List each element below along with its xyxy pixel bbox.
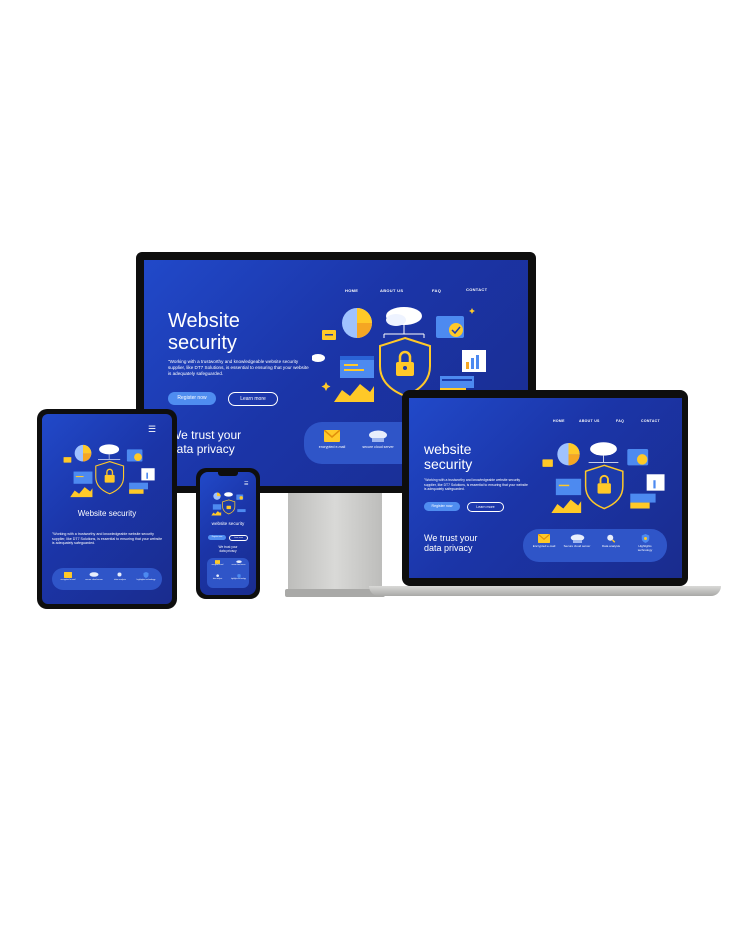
phone-feature-cloud[interactable]: secure cloud server	[230, 560, 247, 567]
desktop-nav-about[interactable]: ABOUT US	[380, 288, 403, 293]
phone-title: website security	[211, 521, 245, 526]
magnifier-icon	[117, 572, 122, 577]
hamburger-icon[interactable]: ☰	[148, 425, 156, 434]
shield-icon	[143, 572, 149, 578]
laptop-feature-tech[interactable]: Highlights technology	[631, 534, 659, 552]
phone-learn-button[interactable]: Learn more	[229, 535, 248, 541]
phone-security-illustration	[211, 492, 246, 516]
desktop-title: Website security	[168, 310, 240, 354]
tablet-screen: ☰ Website security "Working with a trust…	[42, 414, 172, 604]
laptop-nav-contact[interactable]: CONTACT	[641, 419, 660, 423]
tablet-security-illustration	[63, 444, 155, 498]
phone-feature-tech[interactable]: highlights technology	[230, 574, 247, 581]
laptop-nav-home[interactable]: HOME	[553, 419, 565, 423]
phone-feature-data[interactable]: data analysis	[209, 574, 226, 581]
desktop-register-button[interactable]: Register now	[168, 392, 216, 405]
hamburger-icon[interactable]: ☰	[244, 482, 248, 487]
desktop-trust-heading: We trust your data privacy	[170, 428, 242, 456]
laptop-register-button[interactable]: Register now	[424, 502, 460, 511]
desktop-learn-button[interactable]: Learn more	[228, 392, 278, 406]
monitor-stand-neck	[288, 493, 382, 591]
cloud-server-icon	[570, 534, 584, 543]
area-chart-icon	[334, 384, 374, 402]
laptop-feature-email[interactable]: Encrypted e-mail	[530, 534, 558, 549]
envelope-icon	[538, 534, 550, 543]
cloud-server-icon	[89, 572, 99, 577]
phone-notch	[218, 472, 238, 476]
cloud-server-icon	[235, 560, 242, 564]
phone-trust-heading: We trust your data privacy	[218, 545, 238, 553]
folder-check-icon	[436, 316, 464, 338]
envelope-icon	[64, 572, 72, 578]
tablet-title: Website security	[77, 509, 137, 518]
phone-screen: ☰ website security Register now Learn mo…	[200, 472, 256, 595]
desktop-nav-home[interactable]: HOME	[345, 288, 358, 293]
tablet-feature-data[interactable]: data analysis	[110, 572, 130, 581]
phone-register-button[interactable]: Register now	[208, 535, 226, 540]
laptop-title: website security	[424, 441, 473, 472]
magnifier-icon	[607, 534, 616, 543]
browser-window-icon	[340, 356, 374, 378]
message-icon	[322, 330, 336, 340]
laptop-base	[369, 586, 721, 596]
desktop-feature-email[interactable]: encrypted e-mail	[316, 430, 348, 450]
desktop-nav-faq[interactable]: FAQ	[432, 288, 441, 293]
shield-icon	[641, 534, 649, 543]
tablet-feature-email[interactable]: encrypted e-mail	[58, 572, 78, 581]
phone-feature-email[interactable]: encrypted e-mail	[209, 560, 226, 567]
laptop-nav-about[interactable]: ABOUT US	[579, 419, 600, 423]
tablet-feature-tech[interactable]: highlights technology	[136, 572, 156, 581]
desktop-description: "Working with a trustworthy and knowledg…	[168, 359, 309, 376]
shield-lock-icon	[379, 336, 431, 398]
pie-chart-icon	[342, 308, 372, 338]
bar-chart-icon	[462, 350, 486, 372]
laptop-trust-heading: We trust your data privacy	[424, 533, 478, 553]
desktop-feature-cloud[interactable]: secure cloud server	[362, 430, 394, 450]
tablet-description: "Working with a trustworthy and knowledg…	[52, 532, 163, 546]
laptop-feature-cloud[interactable]: Secure cloud server	[563, 534, 591, 549]
laptop-security-illustration	[542, 442, 665, 513]
cloud-server-icon	[369, 430, 387, 442]
desktop-nav-contact[interactable]: CONTACT	[466, 287, 487, 292]
laptop-screen: HOME ABOUT US FAQ CONTACT website securi…	[409, 398, 682, 578]
laptop-description: "Working with a trustworthy and knowledg…	[424, 478, 528, 491]
envelope-icon	[324, 430, 340, 442]
shield-icon	[236, 574, 241, 578]
laptop-feature-data[interactable]: Data analysis	[597, 534, 625, 549]
cloud-icon	[386, 307, 422, 326]
laptop-nav-faq[interactable]: FAQ	[616, 419, 624, 423]
laptop-learn-button[interactable]: Learn more	[467, 502, 504, 512]
envelope-icon	[215, 560, 220, 564]
small-cloud-icon	[312, 354, 325, 362]
magnifier-icon	[215, 574, 219, 577]
tablet-feature-cloud[interactable]: secure cloud server	[84, 572, 104, 581]
